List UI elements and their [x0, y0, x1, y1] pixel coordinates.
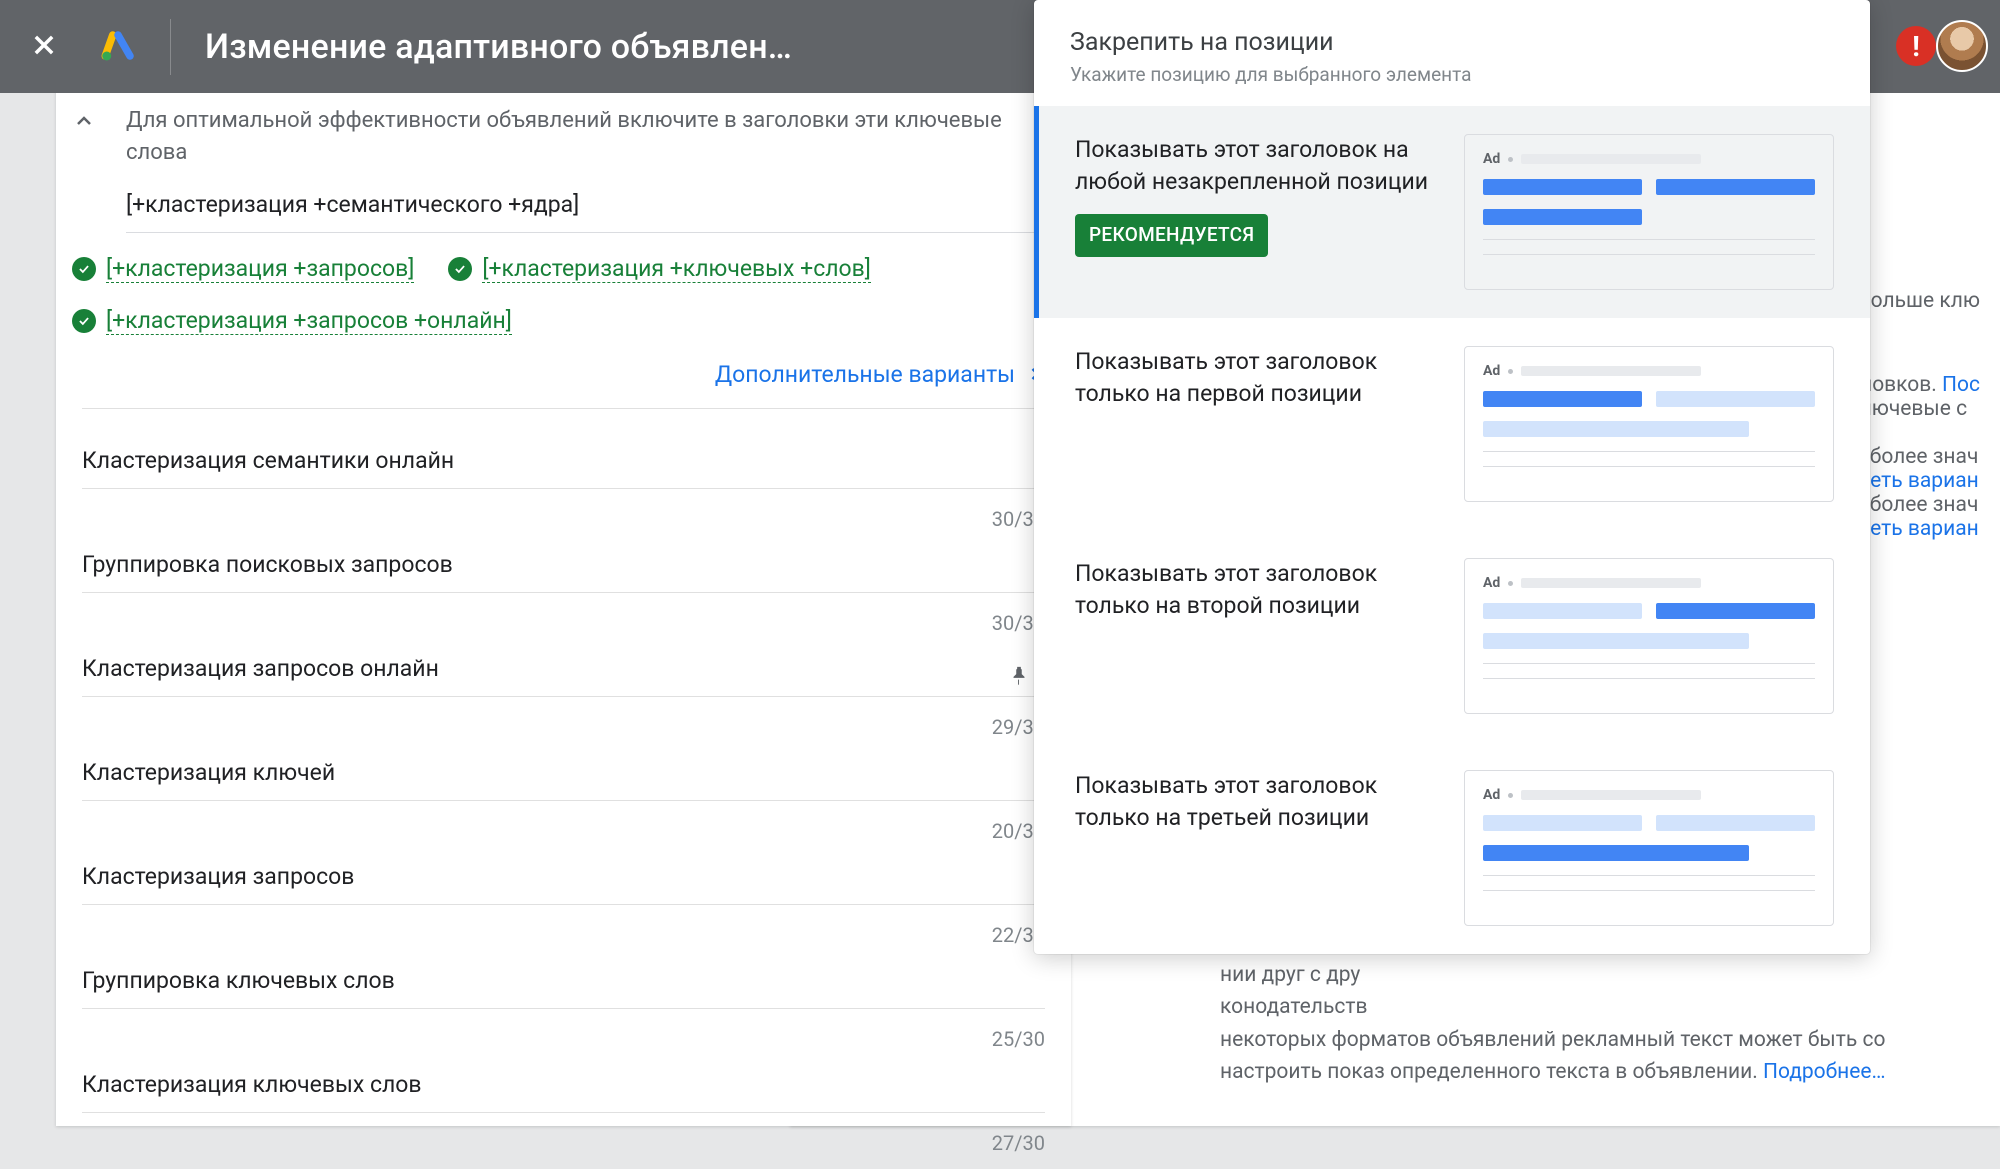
headline-input-row[interactable]: 20/30 Кластеризация запросов [82, 801, 1045, 905]
pin-option-second[interactable]: Показывать этот заголовок только на втор… [1034, 530, 1870, 742]
google-ads-logo-icon [100, 29, 136, 65]
keyword-suggestion-chip[interactable]: [+кластеризация +запросов +онлайн] [72, 307, 512, 335]
char-counter: 20/30 [82, 819, 1045, 843]
vertical-divider [170, 19, 171, 75]
headline-list: Кластеризация семантики онлайн 30/30 Гру… [56, 408, 1071, 1169]
tip-fragment: больше клю [1859, 289, 1980, 313]
char-counter: 29/30 [82, 715, 1045, 739]
check-circle-icon [72, 309, 96, 333]
chip-label: [+кластеризация +ключевых +слов] [482, 255, 871, 283]
headline-input-row[interactable]: Кластеризация семантики онлайн [82, 408, 1045, 489]
pin-option-first[interactable]: Показывать этот заголовок только на перв… [1034, 318, 1870, 530]
headline-input-row[interactable]: 30/30 Кластеризация запросов онлайн [82, 593, 1045, 697]
pin-option-any[interactable]: Показывать этот заголовок на любой незак… [1034, 106, 1870, 318]
ad-preview-second: Ad [1464, 558, 1834, 714]
learn-more-link[interactable]: Подробнее… [1763, 1060, 1886, 1084]
keyword-suggestion-chip[interactable]: [+кластеризация +ключевых +слов] [448, 255, 871, 283]
headline-input-row[interactable]: 22/30 Группировка ключевых слов [82, 905, 1045, 1009]
ad-preview-any: Ad [1464, 134, 1834, 290]
keyword-input[interactable]: [+кластеризация +семантического +ядра] [126, 191, 1045, 233]
keyword-hint-text: Для оптимальной эффективности объявлений… [126, 105, 1045, 169]
chip-label: [+кластеризация +запросов] [106, 255, 414, 283]
pin-icon[interactable] [1008, 665, 1030, 691]
close-button[interactable] [30, 31, 58, 63]
check-circle-icon [448, 257, 472, 281]
headline-input-row[interactable]: 29/30 Кластеризация ключей [82, 697, 1045, 801]
tip-link[interactable]: Пос [1942, 373, 1980, 397]
headline-input-row[interactable]: 30/30 Группировка поисковых запросов [82, 489, 1045, 593]
headline-input-row[interactable]: 27/30 [82, 1113, 1045, 1169]
popover-subtitle: Укажите позицию для выбранного элемента [1070, 63, 1834, 86]
char-counter: 22/30 [82, 923, 1045, 947]
recommended-badge: РЕКОМЕНДУЕТСЯ [1075, 214, 1268, 257]
ad-editor-card: Для оптимальной эффективности объявлений… [56, 35, 1071, 1126]
headline-input-row[interactable]: 25/30 Кластеризация ключевых слов [82, 1009, 1045, 1113]
char-counter: 25/30 [82, 1027, 1045, 1051]
chip-label: [+кластеризация +запросов +онлайн] [106, 307, 512, 335]
pin-position-popover: Закрепить на позиции Укажите позицию для… [1034, 0, 1870, 954]
ad-preview-third: Ad [1464, 770, 1834, 926]
ad-preview-first: Ad [1464, 346, 1834, 502]
keyword-suggestion-chip[interactable]: [+кластеризация +запросов] [72, 255, 414, 283]
check-circle-icon [72, 257, 96, 281]
avatar[interactable] [1936, 20, 1988, 72]
chevron-up-icon[interactable] [72, 109, 96, 137]
more-variants-link[interactable]: Дополнительные варианты [56, 335, 1071, 408]
char-counter: 30/30 [82, 507, 1045, 531]
popover-title: Закрепить на позиции [1070, 28, 1834, 57]
char-counter: 30/30 [82, 611, 1045, 635]
char-counter: 27/30 [82, 1131, 1045, 1155]
page-title: Изменение адаптивного объявлен… [205, 27, 792, 67]
alert-badge-icon[interactable]: ! [1896, 26, 1936, 66]
pin-option-third[interactable]: Показывать этот заголовок только на трет… [1034, 742, 1870, 954]
